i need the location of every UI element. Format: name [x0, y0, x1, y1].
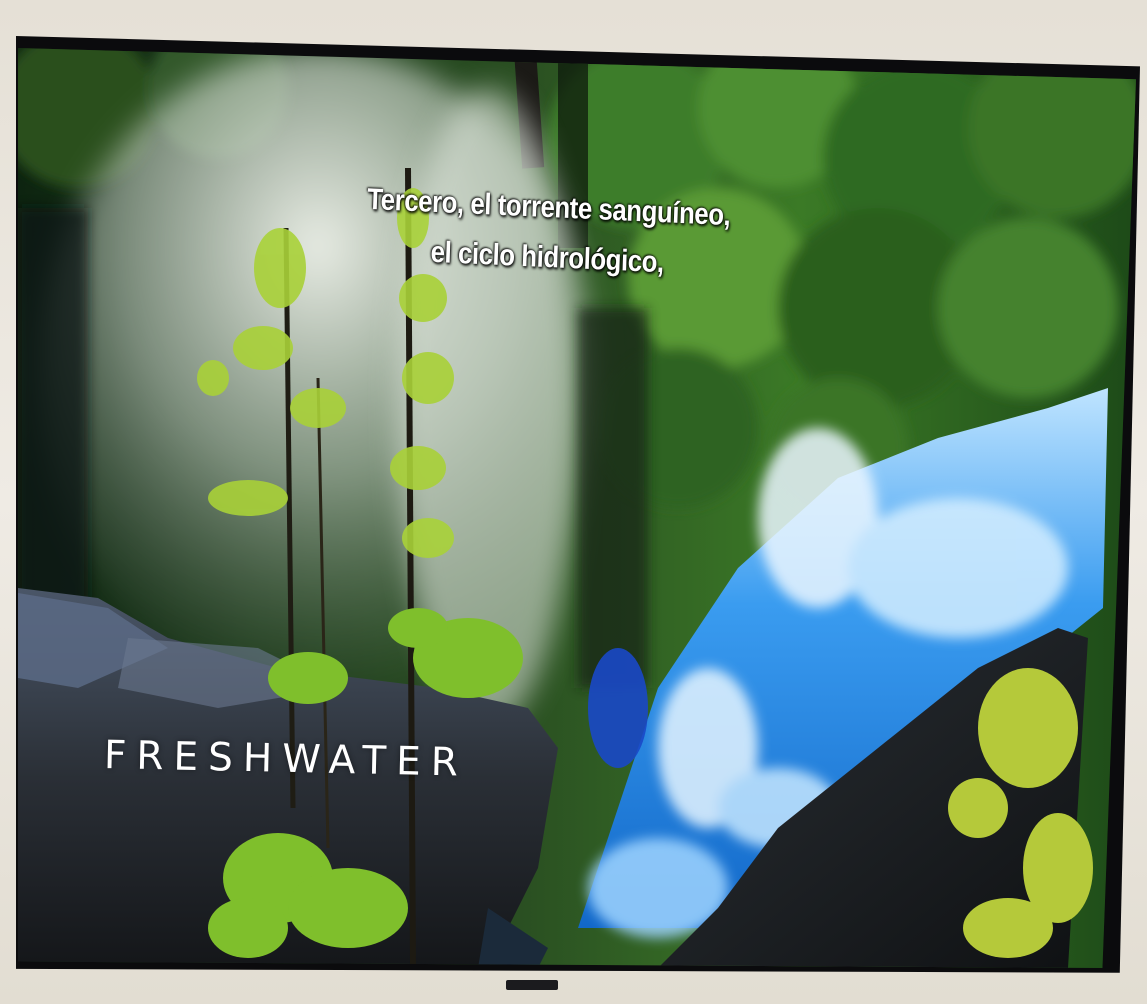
tv-stand: [506, 980, 558, 990]
show-title-freshwater: FRESHWATER: [103, 733, 469, 786]
subtitle-caption: Tercero, el torrente sanguíneo, el ciclo…: [314, 173, 781, 294]
tv-screen: Tercero, el torrente sanguíneo, el ciclo…: [18, 48, 1136, 968]
